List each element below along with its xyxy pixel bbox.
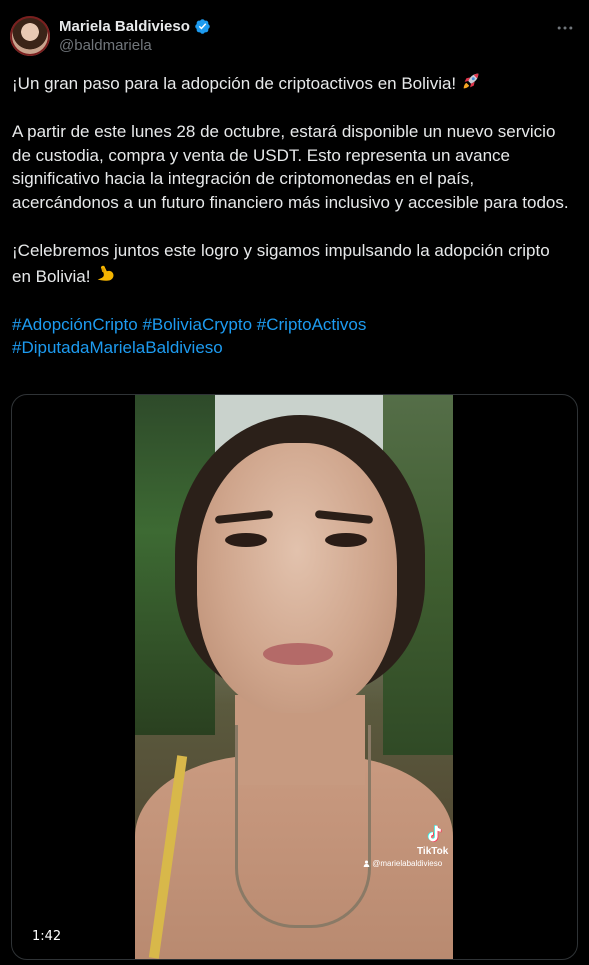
display-name[interactable]: Mariela Baldivieso: [59, 18, 190, 35]
tweet-line-1-text: ¡Un gran paso para la adopción de cripto…: [12, 74, 457, 93]
tweet-paragraph-3: ¡Celebremos juntos este logro y sigamos …: [12, 239, 572, 289]
hashtag-link[interactable]: #DiputadaMarielaBaldivieso: [12, 338, 223, 357]
tweet: Mariela Baldivieso @baldmariela ¡Un gran…: [0, 0, 589, 965]
video-player[interactable]: TikTok @marielabaldivieso 1:42: [11, 394, 578, 960]
tweet-text: ¡Un gran paso para la adopción de cripto…: [12, 70, 572, 360]
video-duration: 1:42: [32, 929, 62, 944]
tweet-header: Mariela Baldivieso @baldmariela: [10, 14, 579, 58]
tweet-paragraph-3-text: ¡Celebremos juntos este logro y sigamos …: [12, 240, 550, 286]
avatar[interactable]: [10, 16, 50, 56]
video-thumbnail[interactable]: TikTok @marielabaldivieso: [135, 395, 453, 959]
tiktok-watermark: TikTok: [417, 823, 448, 857]
tweet-line-1: ¡Un gran paso para la adopción de cripto…: [12, 70, 572, 96]
tiktok-logo-icon: [427, 825, 442, 842]
hashtags: #AdopciónCripto #BoliviaCrypto #CriptoAc…: [12, 313, 572, 361]
verified-badge-icon: [195, 18, 210, 34]
person-face: [197, 443, 397, 713]
tiktok-label: TikTok: [417, 846, 449, 857]
tiktok-username: @marielabaldivieso: [363, 859, 442, 868]
display-name-row: Mariela Baldivieso: [59, 16, 211, 36]
person-mouth: [263, 643, 333, 665]
handle[interactable]: @baldmariela: [59, 37, 211, 54]
person-necklace: [235, 725, 371, 928]
tiktok-username-text: @marielabaldivieso: [372, 859, 443, 868]
hashtag-link[interactable]: #BoliviaCrypto: [142, 315, 252, 334]
more-options-icon[interactable]: [555, 18, 575, 38]
user-icon: [363, 860, 370, 867]
tweet-paragraph-2: A partir de este lunes 28 de octubre, es…: [12, 121, 569, 213]
author-names: Mariela Baldivieso @baldmariela: [59, 16, 211, 54]
person-eye: [325, 533, 367, 547]
hashtag-link[interactable]: #CriptoActivos: [257, 315, 367, 334]
person-eye: [225, 533, 267, 547]
flexed-biceps-icon: [98, 265, 114, 281]
hashtag-link[interactable]: #AdopciónCripto: [12, 315, 138, 334]
rocket-icon: [463, 73, 479, 89]
